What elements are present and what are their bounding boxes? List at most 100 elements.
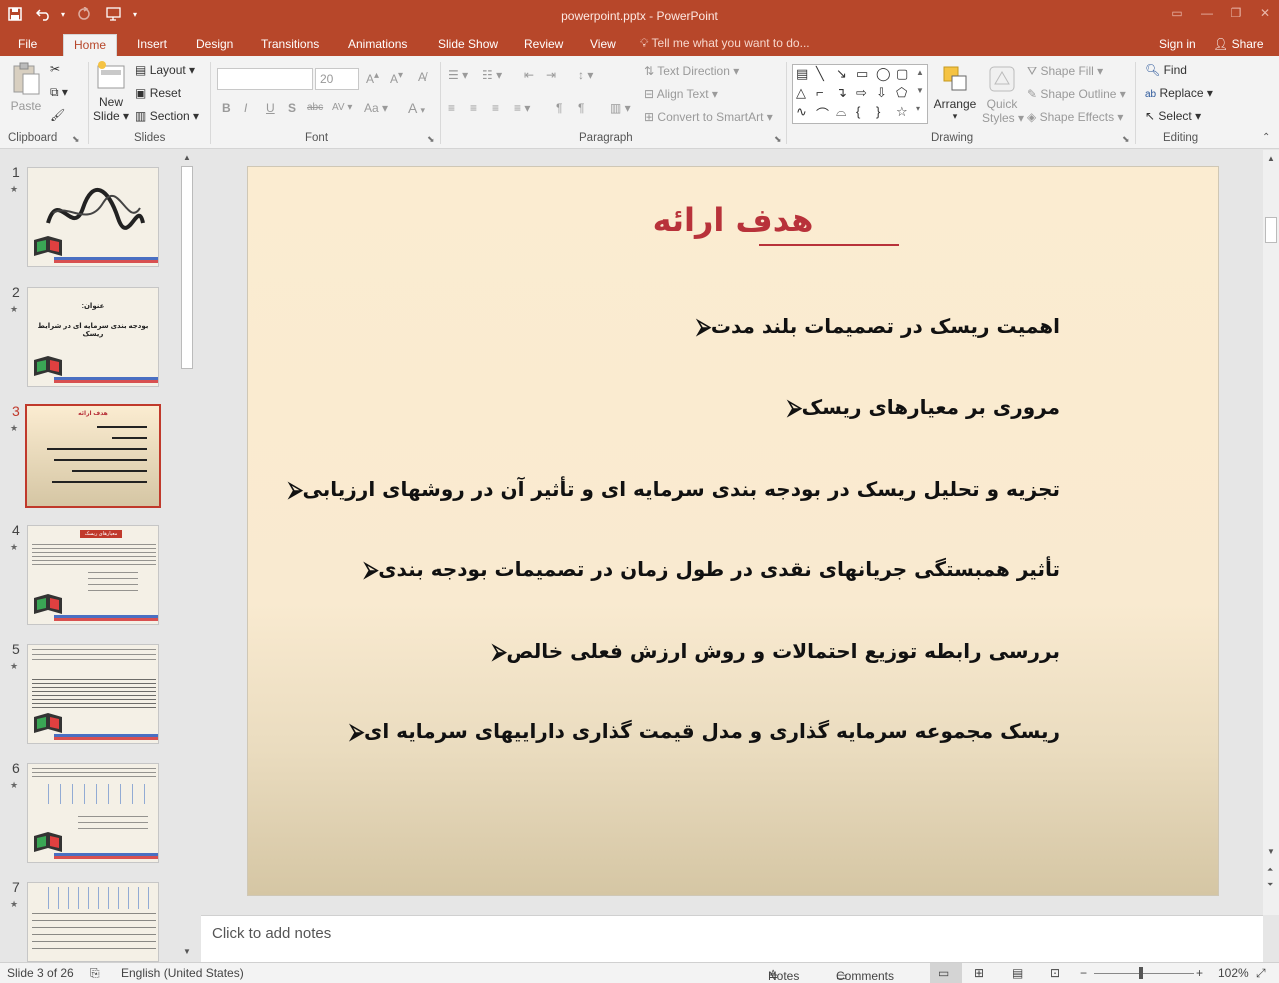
slide-thumbnail-6[interactable] <box>27 763 159 863</box>
quick-styles-button[interactable]: Quick Styles ▾ <box>982 64 1024 125</box>
tab-review[interactable]: Review <box>514 34 573 56</box>
decrease-indent-icon[interactable]: ⇤ <box>524 68 534 82</box>
bullets-icon[interactable]: ☰ ▾ <box>448 68 468 82</box>
bold-button[interactable]: B <box>222 101 231 115</box>
tell-me-search[interactable]: 💡︎ Tell me what you want to do... <box>640 36 810 51</box>
shape-fill-button[interactable]: ⛛ Shape Fill ▾ <box>1027 64 1103 79</box>
slide-thumbnail-2[interactable]: عنوان: بودجه بندی سرمایه ای در شرایط ریس… <box>27 287 159 387</box>
font-color-button[interactable]: A ▾ <box>408 100 425 116</box>
tab-design[interactable]: Design <box>186 34 243 56</box>
shapes-gallery[interactable]: ▤ ╲ ↘ ▭ ◯ ▢ △ ⌐ ↴ ⇨ ⇩ ⬠ ∿ ⌒ ⌓ { } ☆ <box>792 64 928 124</box>
scroll-thumb[interactable] <box>1265 217 1277 243</box>
tab-slide-show[interactable]: Slide Show <box>428 34 508 56</box>
curve-shape-icon[interactable]: ∿ <box>796 104 807 120</box>
bullet-item[interactable]: تأثیر همبستگی جریانهای نقدی در طول زمان … <box>364 557 1060 581</box>
tab-home[interactable]: Home <box>63 34 118 56</box>
slide-thumbnail-4[interactable]: معیارهای ریسک <box>27 525 159 625</box>
justify-icon[interactable]: ≡ ▾ <box>514 101 530 115</box>
minimize-icon[interactable]: — <box>1193 4 1221 22</box>
zoom-level[interactable]: 102% <box>1218 966 1249 980</box>
select-button[interactable]: ↖ Select ▾ <box>1145 109 1201 123</box>
character-spacing-button[interactable]: AV ▾ <box>332 102 352 113</box>
slide-thumbnail-7[interactable] <box>27 882 159 962</box>
ltr-icon[interactable]: ¶ <box>556 101 562 115</box>
zoom-in-icon[interactable]: + <box>1196 966 1203 980</box>
align-text-button[interactable]: ⊟ Align Text ▾ <box>644 87 718 101</box>
section-button[interactable]: ▥ Section ▾ <box>135 109 199 123</box>
shrink-font-icon[interactable]: A▾ <box>390 70 403 86</box>
bullet-item[interactable]: تجزیه و تحلیل ریسک در بودجه بندی سرمایه … <box>288 477 1060 501</box>
layout-button[interactable]: ▤ Layout ▾ <box>135 63 195 77</box>
convert-smartart-button[interactable]: ⊞ Convert to SmartArt ▾ <box>644 110 773 124</box>
align-left-icon[interactable]: ≡ <box>448 101 455 115</box>
arrange-button[interactable]: Arrange ▾ <box>933 64 977 122</box>
language-indicator[interactable]: English (United States) <box>121 966 244 980</box>
bullet-item[interactable]: ریسک مجموعه سرمایه گذاری و مدل قیمت گذار… <box>350 719 1060 743</box>
rectangle-shape-icon[interactable]: ▭ <box>856 66 868 82</box>
paste-button[interactable]: Paste <box>9 60 43 113</box>
share-button[interactable]: 👤︎ Share <box>1213 37 1264 51</box>
copy-icon[interactable]: ⧉ ▾ <box>50 85 68 100</box>
down-arrow-shape-icon[interactable]: ⇩ <box>876 85 887 101</box>
scroll-up-icon[interactable]: ▲ <box>1267 154 1275 163</box>
textbox-shape-icon[interactable]: ▤ <box>796 66 808 82</box>
reading-view-icon[interactable]: ▤ <box>1012 966 1023 980</box>
replace-button[interactable]: ab Replace ▾ <box>1145 86 1213 100</box>
shape-effects-button[interactable]: ◈ Shape Effects ▾ <box>1027 110 1123 124</box>
shadow-button[interactable]: S <box>288 101 296 115</box>
tab-view[interactable]: View <box>580 34 626 56</box>
scroll-down-icon[interactable]: ▼ <box>1267 847 1275 856</box>
tab-transitions[interactable]: Transitions <box>251 34 329 56</box>
slide-thumbnail-5[interactable] <box>27 644 159 744</box>
elbow-connector-shape-icon[interactable]: ⌐ <box>816 85 824 100</box>
slide-scrollbar[interactable]: ▲ ▼ ⏶ ⏷ <box>1263 150 1279 915</box>
grow-font-icon[interactable]: A▴ <box>366 70 379 86</box>
align-center-icon[interactable]: ≡ <box>470 101 477 115</box>
tab-insert[interactable]: Insert <box>127 34 177 56</box>
left-brace-shape-icon[interactable]: { <box>856 104 860 119</box>
rtl-icon[interactable]: ¶ <box>578 101 584 115</box>
line-spacing-icon[interactable]: ↕ ▾ <box>578 68 593 82</box>
zoom-out-icon[interactable]: − <box>1080 966 1087 980</box>
elbow-arrow-shape-icon[interactable]: ↴ <box>836 85 847 101</box>
paragraph-launcher-icon[interactable]: ⬊ <box>774 134 782 145</box>
change-case-button[interactable]: Aa ▾ <box>364 101 388 115</box>
line-shape-icon[interactable]: ╲ <box>816 66 824 82</box>
shapes-scroll-icon[interactable]: ▲ ▼ ▾ <box>916 64 924 118</box>
cut-icon[interactable]: ✂︎ <box>50 62 60 76</box>
strikethrough-button[interactable]: abc <box>307 102 323 113</box>
font-name-box[interactable] <box>217 68 313 90</box>
previous-slide-icon[interactable]: ⏶ <box>1267 865 1273 875</box>
slide-title[interactable]: هدف ارائه <box>248 201 1218 239</box>
pentagon-shape-icon[interactable]: ⬠ <box>896 85 907 101</box>
clipboard-launcher-icon[interactable]: ⬊ <box>72 134 80 145</box>
reset-button[interactable]: ▣ Reset <box>135 86 181 100</box>
thumbnail-scrollbar[interactable]: ▲ ▼ <box>180 150 194 962</box>
slide-show-icon[interactable]: ⊡ <box>1050 966 1060 980</box>
notes-pane[interactable]: Click to add notes <box>201 915 1263 962</box>
fit-to-window-icon[interactable]: ⤢ <box>1256 966 1266 981</box>
notes-placeholder[interactable]: Click to add notes <box>212 925 331 942</box>
collapse-ribbon-icon[interactable]: ⌃ <box>1262 132 1270 143</box>
clear-formatting-icon[interactable]: A̸ <box>418 70 426 84</box>
bullet-item[interactable]: بررسی رابطه توزیع احتمالات و روش ارزش فع… <box>492 639 1060 663</box>
underline-button[interactable]: U <box>266 101 275 115</box>
scroll-thumb[interactable] <box>181 166 193 369</box>
slide-sorter-icon[interactable]: ⊞ <box>974 966 984 980</box>
increase-indent-icon[interactable]: ⇥ <box>546 68 556 82</box>
numbering-icon[interactable]: ☷ ▾ <box>482 68 502 82</box>
bullet-item[interactable]: مروری بر معیارهای ریسک⮚ <box>787 395 1060 419</box>
arc-shape-icon[interactable]: ⌒ <box>816 104 829 123</box>
triangle-shape-icon[interactable]: △ <box>796 85 806 101</box>
ribbon-display-icon[interactable]: ▭ <box>1163 4 1191 22</box>
star-shape-icon[interactable]: ☆ <box>896 104 908 120</box>
right-brace-shape-icon[interactable]: } <box>876 104 880 119</box>
bullet-item[interactable]: اهمیت ریسک در تصمیمات بلند مدت⮚ <box>697 314 1060 338</box>
drawing-launcher-icon[interactable]: ⬊ <box>1122 134 1130 145</box>
scroll-up-icon[interactable]: ▲ <box>183 153 191 162</box>
font-size-box[interactable]: 20 <box>315 68 359 90</box>
sign-in-link[interactable]: Sign in <box>1159 37 1196 51</box>
columns-icon[interactable]: ▥ ▾ <box>610 101 631 115</box>
tab-animations[interactable]: Animations <box>338 34 417 56</box>
italic-button[interactable]: I <box>244 101 247 115</box>
